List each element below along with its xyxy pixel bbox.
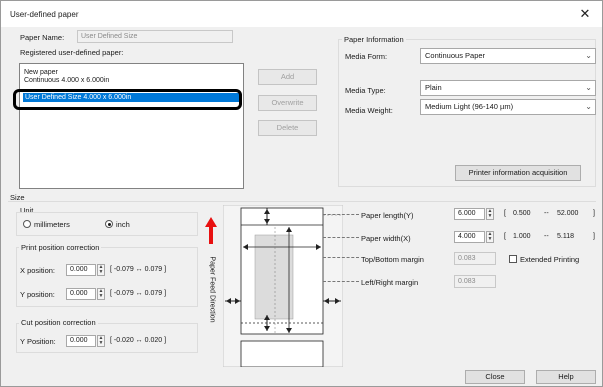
divider <box>8 201 596 202</box>
paper-information-label: Paper Information <box>342 35 406 44</box>
paper-feed-direction-label: Paper Feed Direction <box>208 256 216 323</box>
paper-name-label: Paper Name: <box>20 33 65 42</box>
close-icon[interactable]: ✕ <box>574 5 596 23</box>
leader-line <box>323 237 359 238</box>
title-bar: User-defined paper ✕ <box>1 1 602 27</box>
registered-paper-label: Registered user-defined paper: <box>20 48 124 57</box>
extended-printing-checkbox[interactable] <box>509 255 517 263</box>
arrow-up-icon <box>205 217 217 244</box>
x-position-label: X position: <box>20 266 56 275</box>
media-form-value: Continuous Paper <box>425 51 486 60</box>
chevron-down-icon: ⌄ <box>585 51 592 60</box>
cut-y-position-label: Y Position: <box>20 337 56 346</box>
media-type-select[interactable]: Plain ⌄ <box>420 80 596 96</box>
range-open: [ <box>504 233 506 240</box>
media-weight-select[interactable]: Medium Light (96-140 µm) ⌄ <box>420 99 596 115</box>
leader-line <box>323 257 359 258</box>
extended-printing-label: Extended Printing <box>520 255 580 264</box>
top-bottom-margin-input[interactable]: 0.083 <box>454 252 496 265</box>
close-button[interactable]: Close <box>465 370 525 384</box>
paper-length-min: 0.500 <box>513 210 531 217</box>
overwrite-button[interactable]: Overwrite <box>258 95 317 111</box>
millimeters-label: millimeters <box>34 220 70 229</box>
inch-label: inch <box>116 220 130 229</box>
paper-width-max: 5.118 <box>557 233 574 240</box>
x-position-input[interactable]: 0.000 <box>66 264 96 276</box>
left-right-margin-label: Left/Right margin <box>361 278 419 287</box>
media-form-label: Media Form: <box>345 52 388 61</box>
y-position-spin[interactable]: ▲ ▼ <box>97 288 105 300</box>
print-position-label: Print position correction <box>19 243 102 252</box>
y-position-input[interactable]: 0.000 <box>66 288 96 300</box>
range-sep: -- <box>544 210 549 217</box>
y-position-label: Y position: <box>20 290 55 299</box>
paper-width-input[interactable]: 4.000 <box>454 231 485 243</box>
cut-y-position-spin[interactable]: ▲ ▼ <box>97 335 105 347</box>
x-position-spin[interactable]: ▲ ▼ <box>97 264 105 276</box>
paper-width-min: 1.000 <box>513 233 531 240</box>
top-bottom-margin-label: Top/Bottom margin <box>361 255 424 264</box>
paper-name-input[interactable]: User Defined Size <box>77 30 233 43</box>
cut-y-position-input[interactable]: 0.000 <box>66 335 96 347</box>
delete-button[interactable]: Delete <box>258 120 317 136</box>
printer-information-acquisition-button[interactable]: Printer information acquisition <box>455 165 581 181</box>
range-open: [ <box>504 210 506 217</box>
x-position-range: [ -0.079 ↔ 0.079 ] <box>110 266 167 273</box>
chevron-down-icon: ⌄ <box>585 83 592 92</box>
media-form-select[interactable]: Continuous Paper ⌄ <box>420 48 596 64</box>
y-position-range: [ -0.079 ↔ 0.079 ] <box>110 290 167 297</box>
help-button[interactable]: Help <box>536 370 596 384</box>
leader-line <box>323 281 359 282</box>
user-defined-paper-dialog: User-defined paper ✕ Paper Name: User De… <box>0 0 603 387</box>
leader-line <box>323 214 359 215</box>
range-close: ] <box>593 210 595 217</box>
registered-paper-list[interactable]: New paper Continuous 4.000 x 6.000in Use… <box>19 63 244 189</box>
media-type-label: Media Type: <box>345 86 386 95</box>
paper-width-label: Paper width(X) <box>361 234 411 243</box>
paper-width-spin[interactable]: ▲ ▼ <box>486 231 494 243</box>
media-weight-label: Media Weight: <box>345 106 393 115</box>
add-button[interactable]: Add <box>258 69 317 85</box>
media-weight-value: Medium Light (96-140 µm) <box>425 102 514 111</box>
range-sep: -- <box>544 233 549 240</box>
list-item[interactable]: New paper <box>24 69 58 76</box>
chevron-down-icon: ⌄ <box>585 102 592 111</box>
paper-length-label: Paper length(Y) <box>361 211 414 220</box>
list-item[interactable]: Continuous 4.000 x 6.000in <box>24 77 109 84</box>
inch-radio[interactable] <box>105 220 113 228</box>
paper-length-max: 52.000 <box>557 210 579 217</box>
paper-length-input[interactable]: 6.000 <box>454 208 485 220</box>
paper-length-spin[interactable]: ▲ ▼ <box>486 208 494 220</box>
paper-size-diagram <box>223 205 343 367</box>
media-type-value: Plain <box>425 83 442 92</box>
highlight-frame <box>13 89 242 110</box>
paper-feed-direction: Paper Feed Direction <box>206 251 216 331</box>
cut-y-position-range: [ -0.020 ↔ 0.020 ] <box>110 337 167 344</box>
range-close: ] <box>593 233 595 240</box>
window-title: User-defined paper <box>10 10 79 19</box>
cut-position-label: Cut position correction <box>19 318 98 327</box>
millimeters-radio[interactable] <box>23 220 31 228</box>
left-right-margin-input[interactable]: 0.083 <box>454 275 496 288</box>
